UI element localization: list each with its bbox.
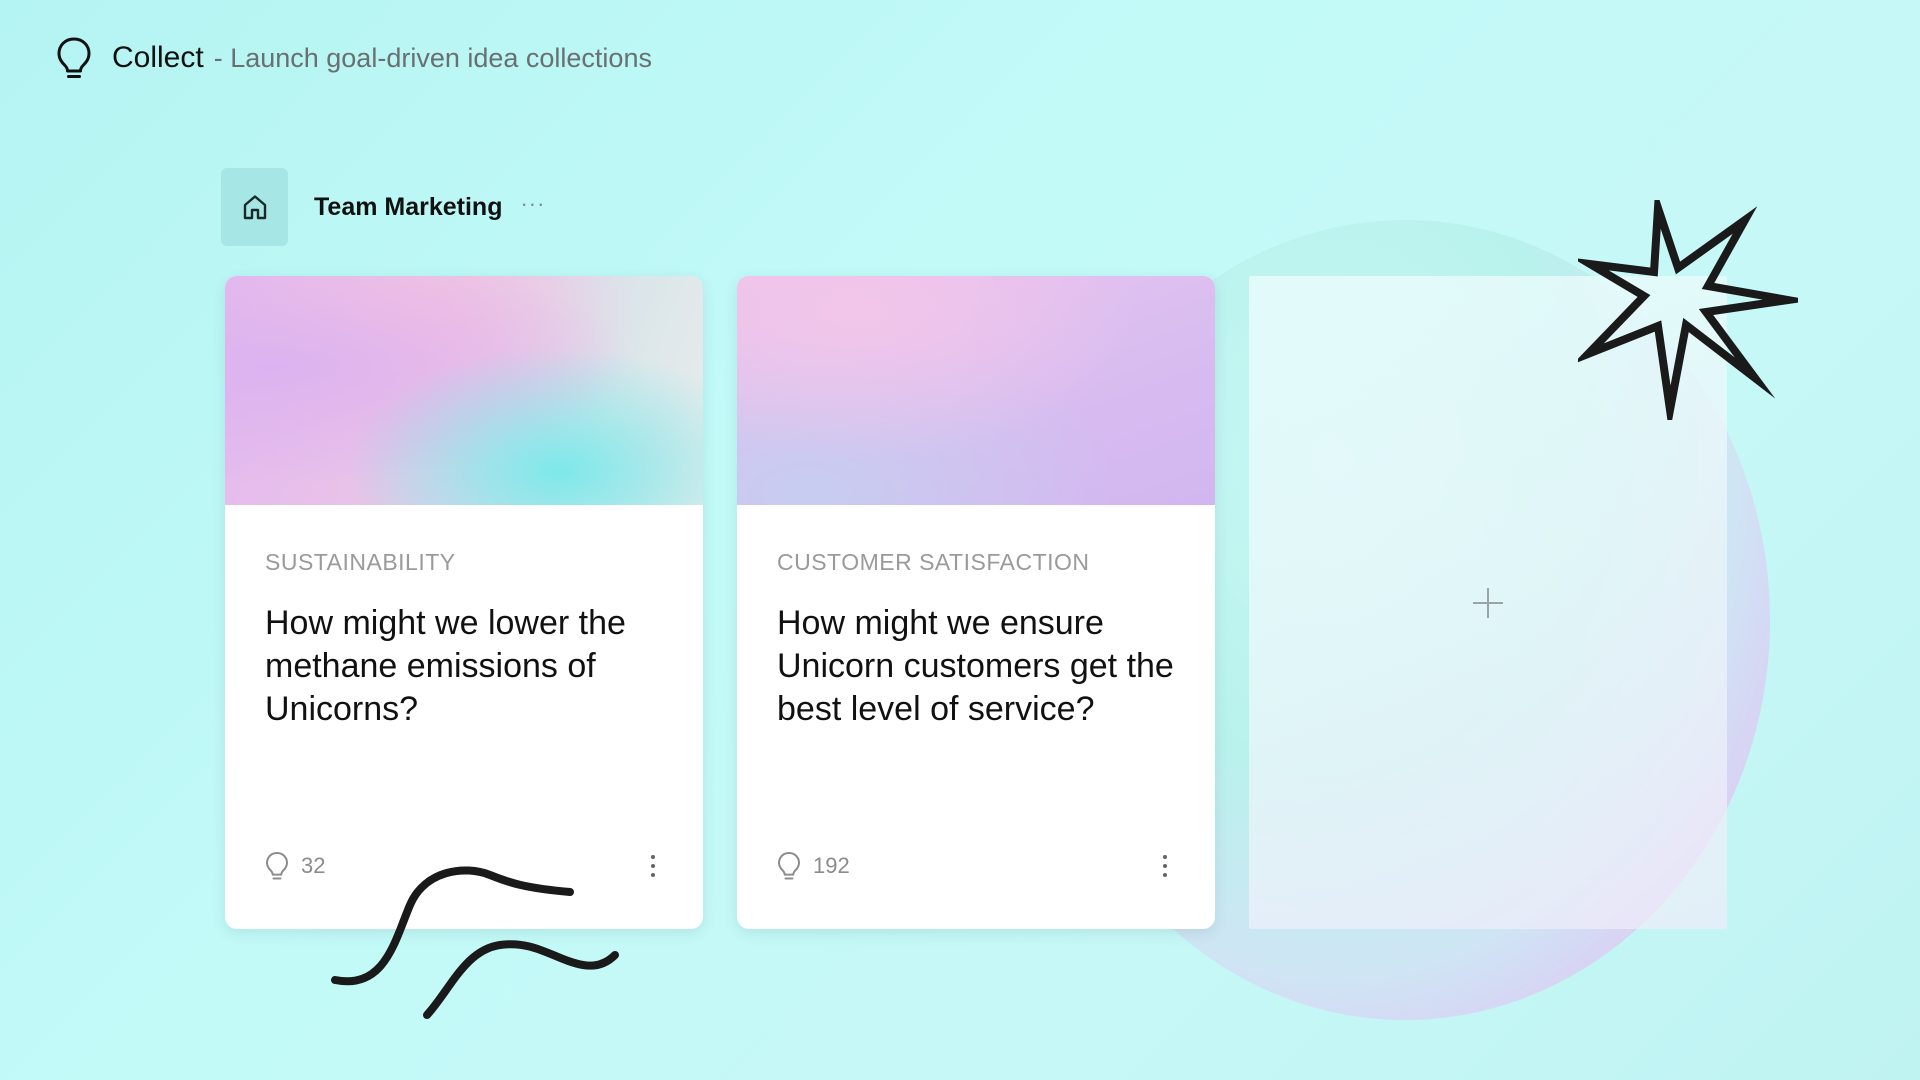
card-category: SUSTAINABILITY: [265, 549, 456, 575]
idea-count: 32: [265, 851, 325, 881]
app-subtitle: - Launch goal-driven idea collections: [213, 43, 652, 73]
star-icon: [1578, 200, 1798, 420]
idea-count: 192: [777, 851, 850, 881]
kebab-dot: [651, 864, 655, 868]
card-cover-image: [225, 276, 703, 505]
card-body: SUSTAINABILITY How might we lower the me…: [225, 505, 703, 731]
kebab-dot: [651, 855, 655, 859]
kebab-dot: [1163, 855, 1167, 859]
card-footer: 192: [777, 851, 1175, 881]
card-question: How might we lower the methane emissions…: [265, 604, 626, 728]
home-button[interactable]: [221, 168, 288, 246]
app-title-group: Collect - Launch goal-driven idea collect…: [112, 41, 652, 75]
lightbulb-icon: [57, 37, 91, 78]
workspace-more-button[interactable]: ···: [520, 193, 545, 221]
collection-card[interactable]: CUSTOMER SATISFACTION How might we ensur…: [737, 276, 1215, 929]
lightbulb-icon: [266, 852, 288, 880]
kebab-dot: [1163, 864, 1167, 868]
workspace-name[interactable]: Team Marketing: [314, 193, 502, 222]
card-body: CUSTOMER SATISFACTION How might we ensur…: [737, 505, 1215, 731]
app-header: Collect - Launch goal-driven idea collect…: [56, 36, 652, 80]
idea-count-value: 32: [301, 853, 326, 878]
app-title: Collect: [112, 41, 204, 74]
plus-icon: [1473, 587, 1503, 618]
collection-card[interactable]: SUSTAINABILITY How might we lower the me…: [225, 276, 703, 929]
card-menu-button[interactable]: [643, 851, 663, 881]
card-question: How might we ensure Unicorn customers ge…: [777, 604, 1174, 728]
home-icon: [243, 195, 266, 220]
kebab-dot: [651, 873, 655, 877]
card-category: CUSTOMER SATISFACTION: [777, 549, 1090, 575]
workspace-bar: Team Marketing ···: [221, 168, 545, 246]
squiggle-decoration: [331, 866, 619, 1019]
lightbulb-icon: [778, 852, 800, 880]
card-menu-button[interactable]: [1155, 851, 1175, 881]
card-cover-image: [737, 276, 1215, 505]
idea-count-value: 192: [813, 853, 850, 878]
kebab-dot: [1163, 873, 1167, 877]
